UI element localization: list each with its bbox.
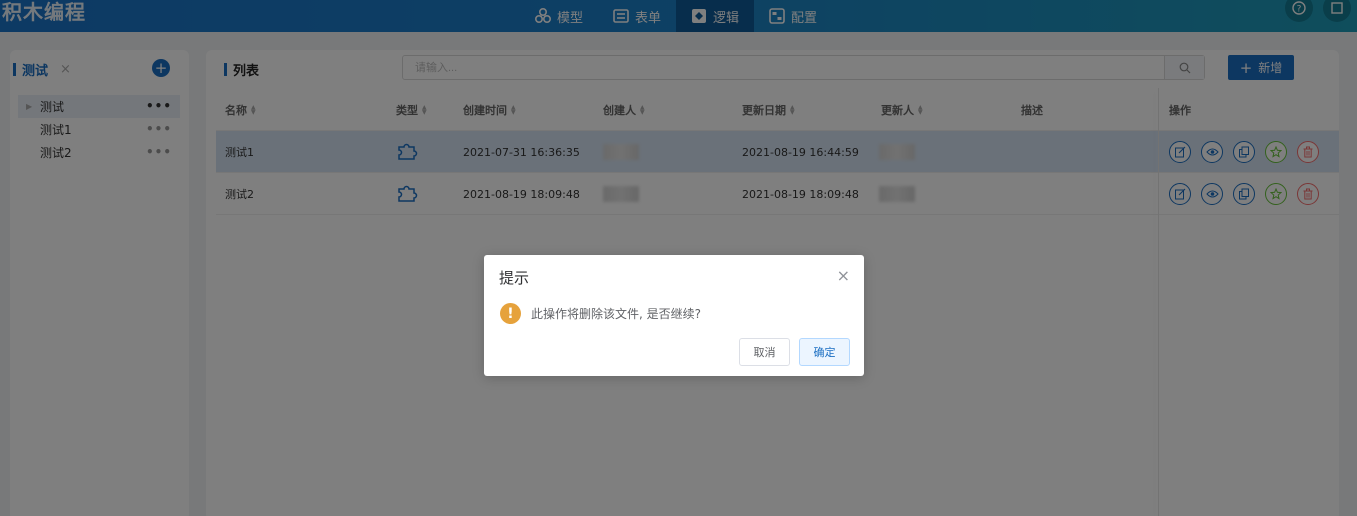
dialog-title: 提示 bbox=[499, 269, 530, 287]
cancel-button[interactable]: 取消 bbox=[739, 338, 790, 366]
confirm-dialog: 提示 × ! 此操作将删除该文件, 是否继续? 取消 确定 bbox=[484, 255, 864, 376]
close-icon[interactable]: × bbox=[837, 268, 850, 284]
dialog-body: ! 此操作将删除该文件, 是否继续? bbox=[500, 303, 701, 324]
dialog-footer: 取消 确定 bbox=[739, 338, 850, 366]
dialog-message: 此操作将删除该文件, 是否继续? bbox=[531, 307, 701, 321]
warning-icon: ! bbox=[500, 303, 521, 324]
confirm-button[interactable]: 确定 bbox=[799, 338, 850, 366]
